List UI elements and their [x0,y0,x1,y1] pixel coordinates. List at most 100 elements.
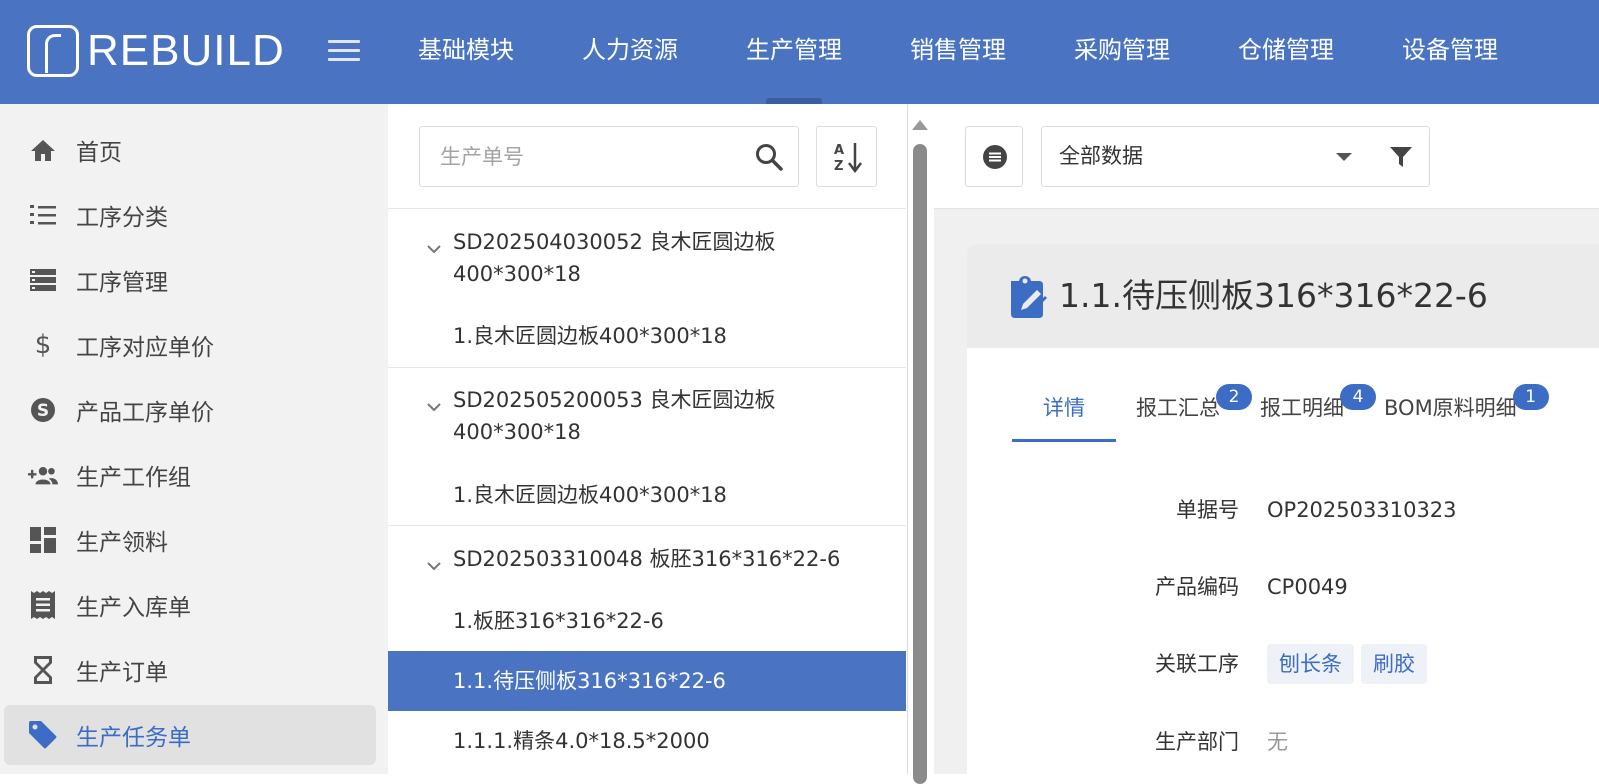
tab-report-details[interactable]: 报工明细 4 [1240,380,1376,442]
top-navbar: REBUILD 基础模块 人力资源 生产管理 销售管理 采购管理 仓储管理 设备… [0,0,1599,104]
receipt-icon [28,590,58,620]
chevron-down-icon [426,551,442,571]
caret-down-icon [1336,153,1352,161]
process-tag-link[interactable]: 刷胶 [1361,644,1427,684]
logo-mark-icon [27,25,79,77]
sort-button[interactable]: AZ [816,126,877,187]
topnav-item-sales[interactable]: 销售管理 [876,0,1040,104]
search-box [419,126,799,187]
field-label: 产品编码 [1155,575,1239,599]
process-tags: 刨长条 刷胶 [1267,644,1434,684]
tree-group-header[interactable]: SD202505200053 良木匠圆边板400*300*18 [388,384,906,448]
top-nav: 基础模块 人力资源 生产管理 销售管理 采购管理 仓储管理 设备管理 [384,0,1532,104]
sidebar-item-work-group[interactable]: 生产工作组 [4,445,376,505]
field-label: 生产部门 [1155,730,1239,754]
sidebar-item-material-picking[interactable]: 生产领料 [4,510,376,570]
view-options-button[interactable] [965,126,1023,187]
field-label: 单据号 [1176,498,1239,522]
sidebar-item-label: 生产入库单 [76,595,191,621]
search-icon[interactable] [754,142,784,172]
sidebar-item-label: 生产领料 [76,530,168,556]
clipboard-edit-icon [1007,276,1047,318]
topnav-item-hr[interactable]: 人力资源 [548,0,712,104]
record-body: 详情 报工汇总 2 报工明细 4 BOM原料明细 1 单据号 OP2025033… [967,348,1599,774]
topnav-item-warehouse[interactable]: 仓储管理 [1204,0,1368,104]
field-value: CP0049 [1267,575,1348,599]
sidebar-item-production-task[interactable]: 生产任务单 [4,705,376,765]
hourglass-icon [28,655,58,685]
tree-group-title: SD202504030052 良木匠圆边板400*300*18 [453,230,776,286]
field-doc-no: 单据号 OP202503310323 [967,490,1599,530]
sidebar-item-production-inbound[interactable]: 生产入库单 [4,575,376,635]
app-logo[interactable]: REBUILD [27,25,285,77]
filter-button[interactable] [1371,126,1430,187]
detail-panel: 全部数据 1.1.待压侧板316*316*22-6 详情 报工汇总 2 报工明细… [934,104,1599,774]
list-numbered-icon [28,200,58,230]
scrollbar-thumb[interactable] [913,144,927,784]
data-scope-select[interactable]: 全部数据 [1041,126,1373,187]
chevron-down-icon [426,234,442,254]
home-icon [28,135,58,165]
divider [388,367,906,368]
list-circle-icon [982,144,1008,174]
topnav-item-basic[interactable]: 基础模块 [384,0,548,104]
svg-text:Z: Z [834,159,843,173]
field-value: 无 [1267,730,1288,754]
sidebar-item-label: 工序分类 [76,205,168,231]
tab-details[interactable]: 详情 [1012,380,1116,442]
process-tag-link[interactable]: 刨长条 [1267,644,1354,684]
storage-icon [28,265,58,295]
record-header: 1.1.待压侧板316*316*22-6 [967,244,1599,348]
detail-tabs: 详情 报工汇总 2 报工明细 4 BOM原料明细 1 [1012,380,1549,442]
topnav-item-purchase[interactable]: 采购管理 [1040,0,1204,104]
field-product-code: 产品编码 CP0049 [967,567,1599,607]
tree-group: SD202504030052 良木匠圆边板400*300*18 [388,226,906,290]
tab-bom-materials[interactable]: BOM原料明细 1 [1364,380,1549,442]
field-value: OP202503310323 [1267,498,1457,522]
sidebar-item-label: 生产订单 [76,660,168,686]
sidebar-item-label: 生产任务单 [76,725,191,751]
tab-label: 报工明细 [1260,396,1344,420]
sidebar-item-process-management[interactable]: 工序管理 [4,250,376,310]
tab-report-summary[interactable]: 报工汇总 2 [1116,380,1252,442]
tag-icon [28,720,58,750]
sidebar-item-process-category[interactable]: 工序分类 [4,185,376,245]
tree-item[interactable]: 1.板胚316*316*22-6 [388,591,906,651]
menu-toggle-icon[interactable] [328,40,360,64]
sidebar-item-label: 工序管理 [76,270,168,296]
sidebar-item-production-order[interactable]: 生产订单 [4,640,376,700]
tree-item[interactable]: 1.良木匠圆边板400*300*18 [388,306,906,366]
sidebar-item-process-price[interactable]: $ 工序对应单价 [4,315,376,375]
tree-item-selected[interactable]: 1.1.待压侧板316*316*22-6 [388,651,906,711]
sidebar-item-label: 首页 [76,140,122,166]
sidebar-item-product-process-price[interactable]: S 产品工序单价 [4,380,376,440]
tree-item[interactable]: 1.1.1.精条4.0*18.5*2000 [388,711,906,771]
field-label: 关联工序 [1155,652,1239,676]
chevron-down-icon [426,392,442,412]
tree-group-title: SD202503310048 板胚316*316*22-6 [453,547,841,571]
divider [388,525,906,526]
topnav-item-production[interactable]: 生产管理 [712,0,876,104]
count-badge: 1 [1512,384,1549,410]
tree-group: SD202503310048 板胚316*316*22-6 [388,543,906,575]
sidebar-item-home[interactable]: 首页 [4,120,376,180]
scroll-up-arrow-icon[interactable] [912,120,928,130]
svg-text:A: A [834,143,844,158]
dashboard-icon [28,525,58,555]
divider [388,208,906,209]
sidebar: 首页 工序分类 工序管理 $ 工序对应单价 S 产品工序单价 生产工作组 生产领… [0,104,388,774]
tree-group-header[interactable]: SD202504030052 良木匠圆边板400*300*18 [388,226,906,290]
tree-item[interactable]: 1.良木匠圆边板400*300*18 [388,465,906,525]
data-scope-value: 全部数据 [1059,144,1143,168]
task-list-panel: AZ SD202504030052 良木匠圆边板400*300*18 1.良木匠… [388,104,928,784]
tree-group-header[interactable]: SD202503310048 板胚316*316*22-6 [388,543,906,575]
group-add-icon [28,460,58,490]
field-department: 生产部门 无 [967,722,1599,762]
logo-text: REBUILD [87,26,285,75]
skype-icon: S [28,395,58,425]
sort-alpha-icon: AZ [834,141,862,177]
svg-text:S: S [37,401,49,421]
tab-label: 报工汇总 [1136,396,1220,420]
search-input[interactable] [420,127,740,186]
topnav-item-equipment[interactable]: 设备管理 [1368,0,1532,104]
